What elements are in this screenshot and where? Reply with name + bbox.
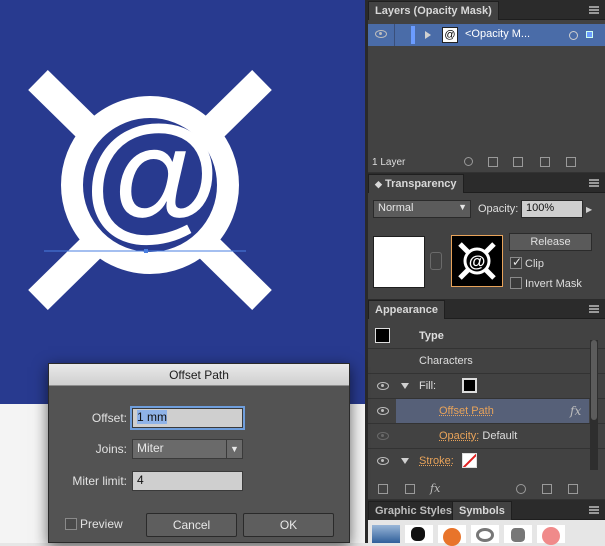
offset-path-dialog: Offset Path Offset: 1 mm Joins: Miter ▼ M…	[48, 363, 350, 543]
duplicate-item-icon[interactable]	[542, 484, 552, 494]
mask-thumbnail[interactable]: @	[451, 235, 503, 287]
preview-checkbox[interactable]	[65, 518, 77, 530]
eye-icon[interactable]	[377, 382, 389, 390]
symbol-swatch[interactable]	[504, 525, 532, 543]
opacity-link[interactable]: Opacity:	[439, 430, 479, 442]
fill-swatch[interactable]	[462, 378, 477, 393]
opacity-input[interactable]: 100%	[521, 200, 583, 218]
selection-square-icon[interactable]	[586, 31, 593, 38]
styles-tabbar: Graphic Styles Symbols	[368, 500, 605, 520]
eye-icon[interactable]	[375, 30, 387, 38]
eye-icon[interactable]	[377, 407, 389, 415]
expand-triangle-icon[interactable]	[425, 31, 431, 39]
blend-mode-select[interactable]: Normal ▼	[373, 200, 471, 218]
layers-tabbar: Layers (Opacity Mask)	[368, 0, 605, 20]
opacity-value: Default	[482, 430, 518, 442]
opacity-row[interactable]: Opacity: Default	[439, 430, 517, 442]
collapse-triangle-icon[interactable]	[401, 458, 409, 464]
collapse-triangle-icon[interactable]	[401, 383, 409, 389]
clear-appearance-icon[interactable]	[516, 484, 526, 494]
offset-label: Offset:	[91, 411, 127, 425]
joins-value: Miter	[137, 441, 164, 455]
search-icon[interactable]	[464, 157, 473, 166]
tab-graphic-styles[interactable]: Graphic Styles	[368, 501, 460, 520]
link-mask-icon[interactable]	[430, 252, 442, 270]
anchor-point	[144, 249, 148, 253]
layer-color-swatch	[411, 26, 415, 44]
scrollbar-thumb[interactable]	[591, 340, 597, 420]
symbol-swatch[interactable]	[405, 525, 433, 543]
svg-text:@: @	[469, 252, 486, 271]
layer-name[interactable]: <Opacity M...	[465, 28, 530, 40]
symbol-swatch[interactable]	[372, 525, 400, 543]
tab-layers[interactable]: Layers (Opacity Mask)	[368, 1, 499, 20]
mask-thumbnail-art-icon: @	[458, 242, 496, 280]
appearance-tabbar: Appearance	[368, 299, 605, 319]
make-clip-mask-icon[interactable]	[488, 157, 498, 167]
type-label: Type	[419, 330, 444, 342]
symbol-swatch[interactable]	[438, 525, 466, 546]
new-sublayer-icon[interactable]	[513, 157, 523, 167]
offset-input[interactable]: 1 mm	[130, 406, 245, 430]
layer-row[interactable]: @ <Opacity M...	[368, 24, 605, 46]
opacity-label: Opacity:	[478, 203, 519, 215]
cancel-button[interactable]: Cancel	[146, 513, 237, 537]
release-button[interactable]: Release	[509, 233, 592, 251]
add-fill-icon[interactable]	[405, 484, 415, 494]
stroke-none-swatch[interactable]	[462, 453, 477, 468]
object-thumbnail[interactable]	[373, 236, 425, 288]
trash-icon[interactable]	[568, 484, 578, 494]
offset-input-value: 1 mm	[137, 410, 167, 424]
fill-label[interactable]: Fill:	[419, 380, 436, 392]
tab-symbols[interactable]: Symbols	[452, 501, 512, 520]
checkmark-icon: ✓	[512, 255, 523, 269]
blend-mode-value: Normal	[378, 202, 414, 214]
at-symbol-artwork[interactable]: @	[0, 0, 365, 404]
ok-button[interactable]: OK	[243, 513, 334, 537]
symbol-swatch[interactable]	[537, 525, 565, 545]
add-effect-fx-icon[interactable]: fx	[430, 482, 440, 495]
chevron-down-icon: ▼	[458, 202, 467, 212]
characters-label[interactable]: Characters	[419, 355, 473, 367]
eye-icon[interactable]	[377, 457, 389, 465]
transparency-tabbar: ◆ Transparency	[368, 173, 605, 193]
appearance-scrollbar[interactable]	[590, 340, 598, 470]
tab-appearance[interactable]: Appearance	[368, 300, 445, 319]
panel-menu-icon[interactable]	[589, 506, 599, 514]
target-icon[interactable]	[569, 31, 578, 40]
panel-menu-icon[interactable]	[589, 6, 599, 14]
offset-path-effect-link[interactable]: Offset Path	[439, 405, 494, 417]
miter-limit-input[interactable]: 4	[132, 471, 243, 491]
joins-select[interactable]: Miter ▼	[132, 439, 243, 459]
invert-mask-checkbox[interactable]	[510, 277, 522, 289]
tab-transparency-label: Transparency	[384, 178, 457, 190]
miter-limit-label: Miter limit:	[72, 474, 127, 488]
clip-checkbox[interactable]: ✓	[510, 255, 523, 269]
chevron-down-icon: ▼	[226, 440, 242, 458]
panel-menu-icon[interactable]	[589, 179, 599, 187]
preview-label: Preview	[80, 517, 123, 531]
artboard[interactable]: @	[0, 0, 365, 404]
eye-icon[interactable]	[377, 432, 389, 440]
at-glyph: @	[82, 98, 219, 255]
fx-icon[interactable]: fx	[570, 404, 581, 418]
panel-dock: Layers (Opacity Mask) @ <Opacity M... 1 …	[368, 0, 605, 546]
panel-menu-icon[interactable]	[589, 305, 599, 313]
symbol-swatch[interactable]	[471, 525, 499, 543]
add-stroke-icon[interactable]	[378, 484, 388, 494]
stroke-link[interactable]: Stroke:	[419, 455, 454, 467]
invert-mask-label: Invert Mask	[525, 278, 582, 290]
clip-label: Clip	[525, 258, 544, 270]
trash-icon[interactable]	[566, 157, 576, 167]
joins-label: Joins:	[95, 442, 127, 456]
layer-count: 1 Layer	[372, 157, 406, 168]
new-layer-icon[interactable]	[540, 157, 550, 167]
tab-transparency[interactable]: ◆ Transparency	[368, 174, 464, 193]
dialog-title: Offset Path	[49, 364, 349, 386]
opacity-arrow-icon[interactable]: ▶	[586, 205, 592, 214]
type-swatch[interactable]	[375, 328, 390, 343]
symbols-panel	[368, 520, 605, 546]
layer-thumbnail: @	[442, 27, 458, 43]
